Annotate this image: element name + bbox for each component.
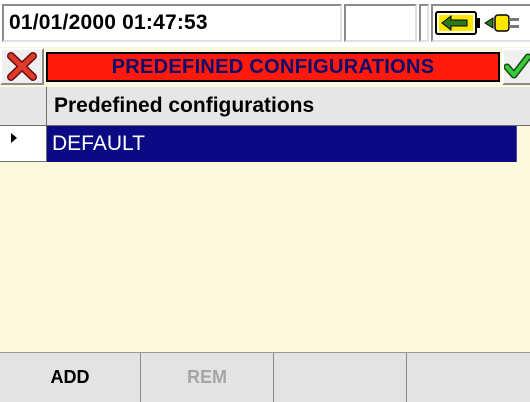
cancel-button[interactable]	[0, 48, 44, 85]
add-button[interactable]: ADD	[0, 353, 141, 402]
function-key-3[interactable]	[274, 353, 407, 402]
header-indicator-cell	[0, 87, 47, 126]
table-row[interactable]: DEFAULT	[0, 126, 530, 162]
function-key-4[interactable]	[407, 353, 530, 402]
confirm-button[interactable]	[502, 48, 530, 85]
checkmark-icon	[504, 53, 530, 79]
power-status	[431, 4, 530, 42]
row-pointer-icon	[11, 133, 17, 143]
title-bar: PREDEFINED CONFIGURATIONS	[0, 47, 530, 87]
battery-plug-icon	[435, 11, 519, 35]
config-name-cell[interactable]: DEFAULT	[47, 126, 517, 162]
row-indicator	[0, 126, 47, 162]
status-field-2	[419, 4, 429, 42]
status-bar: 01/01/2000 01:47:53	[0, 0, 530, 47]
page-title: PREDEFINED CONFIGURATIONS	[46, 52, 500, 82]
table-header-row: Predefined configurations	[0, 87, 530, 126]
remove-button[interactable]: REM	[141, 353, 274, 402]
datetime-display: 01/01/2000 01:47:53	[2, 4, 342, 42]
status-field-1	[344, 4, 417, 42]
column-header: Predefined configurations	[47, 87, 530, 126]
function-key-bar: ADD REM	[0, 352, 530, 402]
screen: 01/01/2000 01:47:53 PREDEFINED CONFIGURA…	[0, 0, 530, 402]
close-icon	[7, 52, 37, 81]
